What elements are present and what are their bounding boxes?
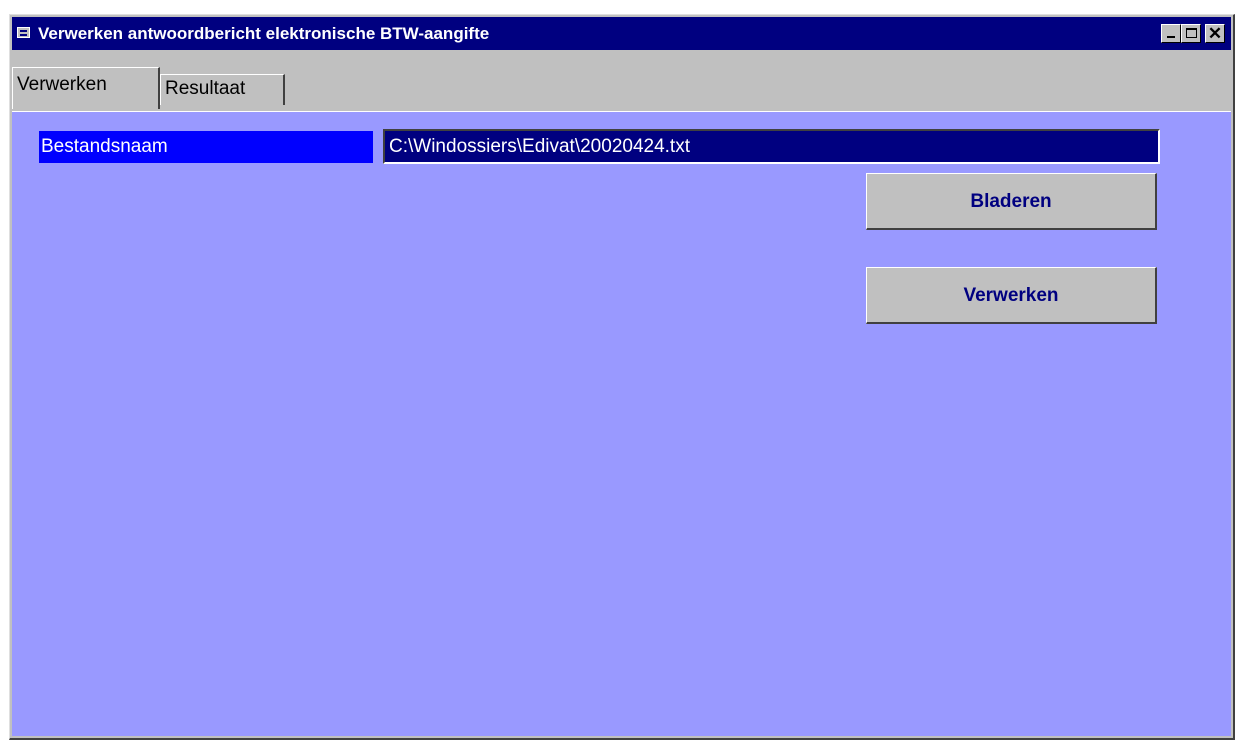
title-bar[interactable]: Verwerken antwoordbericht elektronische …: [12, 17, 1231, 50]
close-button[interactable]: ✕: [1205, 24, 1225, 43]
tab-verwerken[interactable]: Verwerken: [12, 67, 160, 109]
window-title: Verwerken antwoordbericht elektronische …: [38, 24, 490, 43]
maximize-button[interactable]: [1181, 24, 1201, 43]
filename-input[interactable]: [383, 129, 1160, 164]
tab-resultaat[interactable]: Resultaat: [160, 74, 285, 105]
tab-strip: Verwerken Resultaat: [12, 51, 1231, 111]
minimize-icon: [1167, 36, 1175, 38]
filename-label: Bestandsnaam: [39, 131, 373, 163]
process-button[interactable]: Verwerken: [866, 267, 1157, 324]
close-icon: ✕: [1207, 24, 1223, 43]
access-form-window: Verwerken antwoordbericht elektronische …: [9, 14, 1235, 740]
form-app-icon[interactable]: [17, 27, 30, 38]
browse-button[interactable]: Bladeren: [866, 173, 1157, 230]
tab-panel-verwerken: Bestandsnaam Bladeren Verwerken: [12, 111, 1231, 736]
maximize-icon: [1186, 28, 1197, 38]
minimize-button[interactable]: [1161, 24, 1181, 43]
